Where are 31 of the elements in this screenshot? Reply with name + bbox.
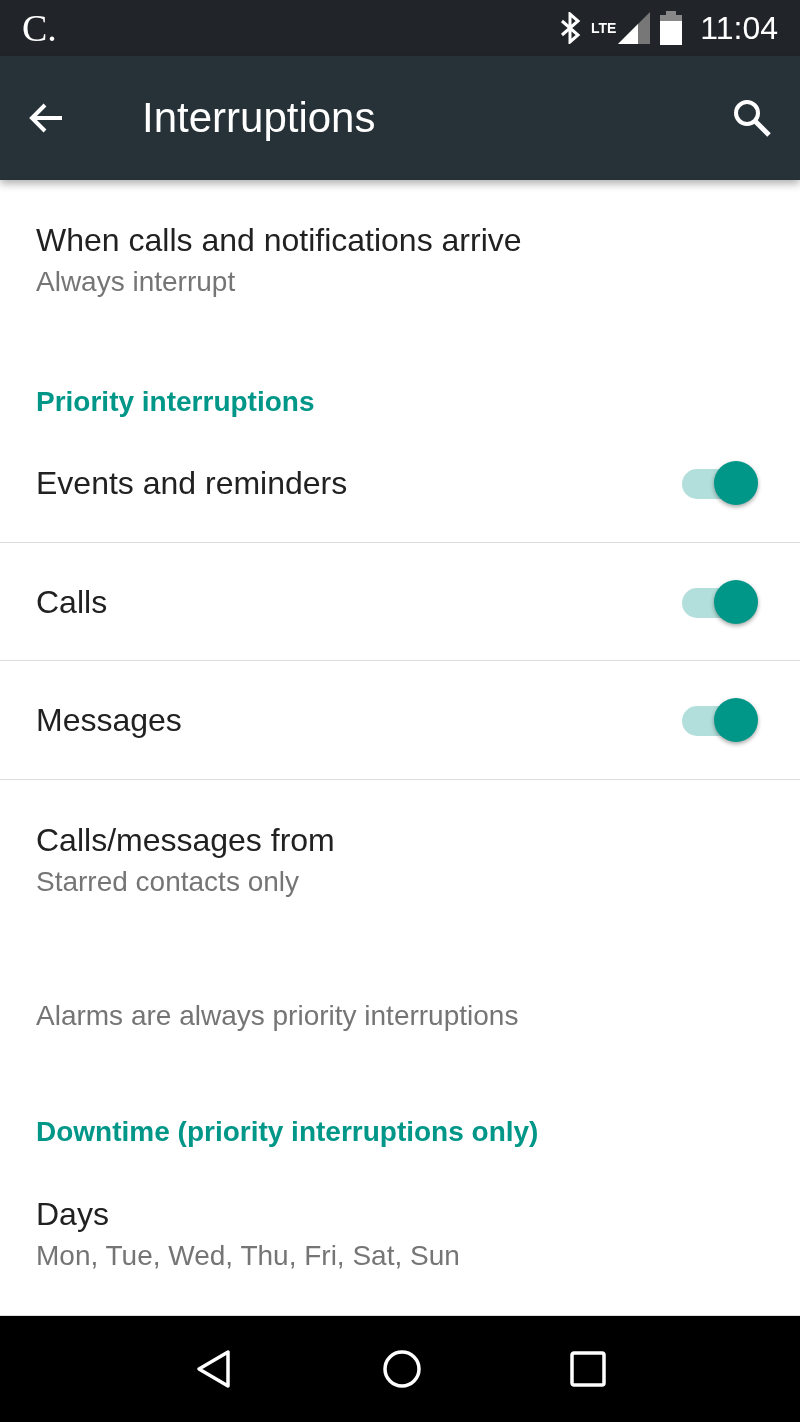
toggle-row[interactable]: Calls [0, 542, 800, 662]
network-label: LTE [590, 19, 617, 36]
setting-summary: Starred contacts only [36, 865, 301, 899]
setting-item[interactable]: Calls/messages from Starred contacts only [0, 780, 800, 941]
setting-item[interactable]: When calls and notifications arrive Always interrupt [0, 180, 800, 341]
section-header: Downtime (priority interruptions only) [36, 1116, 539, 1147]
setting-summary: Always interrupt [36, 265, 237, 299]
back-arrow-icon [28, 102, 64, 134]
signal-icon [618, 12, 651, 44]
setting-title: Days [36, 1195, 110, 1234]
setting-title: Messages [36, 701, 182, 741]
section-header: Priority interruptions [36, 386, 315, 417]
battery-icon [660, 11, 683, 45]
bluetooth-icon [558, 12, 581, 44]
toggle-row[interactable]: Messages [0, 661, 800, 780]
app-notification-letter: C. [22, 6, 57, 50]
toggle-row[interactable]: Events and reminders [0, 424, 800, 543]
toggle-switch[interactable] [682, 460, 758, 505]
search-icon [732, 98, 772, 138]
toggle-switch[interactable] [682, 579, 758, 624]
square-recents-icon [570, 1351, 606, 1387]
circle-home-icon [382, 1349, 422, 1389]
setting-summary: Mon, Tue, Wed, Thu, Fri, Sat, Sun [36, 1239, 461, 1273]
screen-title: Interruptions [142, 94, 377, 142]
info-note: Alarms are always priority interruptions [36, 1000, 519, 1031]
setting-title: When calls and notifications arrive [36, 221, 523, 260]
toggle-switch[interactable] [682, 698, 758, 743]
setting-title: Calls [36, 582, 108, 622]
setting-title: Events and reminders [36, 463, 348, 503]
clock: 11:04 [700, 9, 778, 47]
setting-title: Calls/messages from [36, 821, 336, 860]
